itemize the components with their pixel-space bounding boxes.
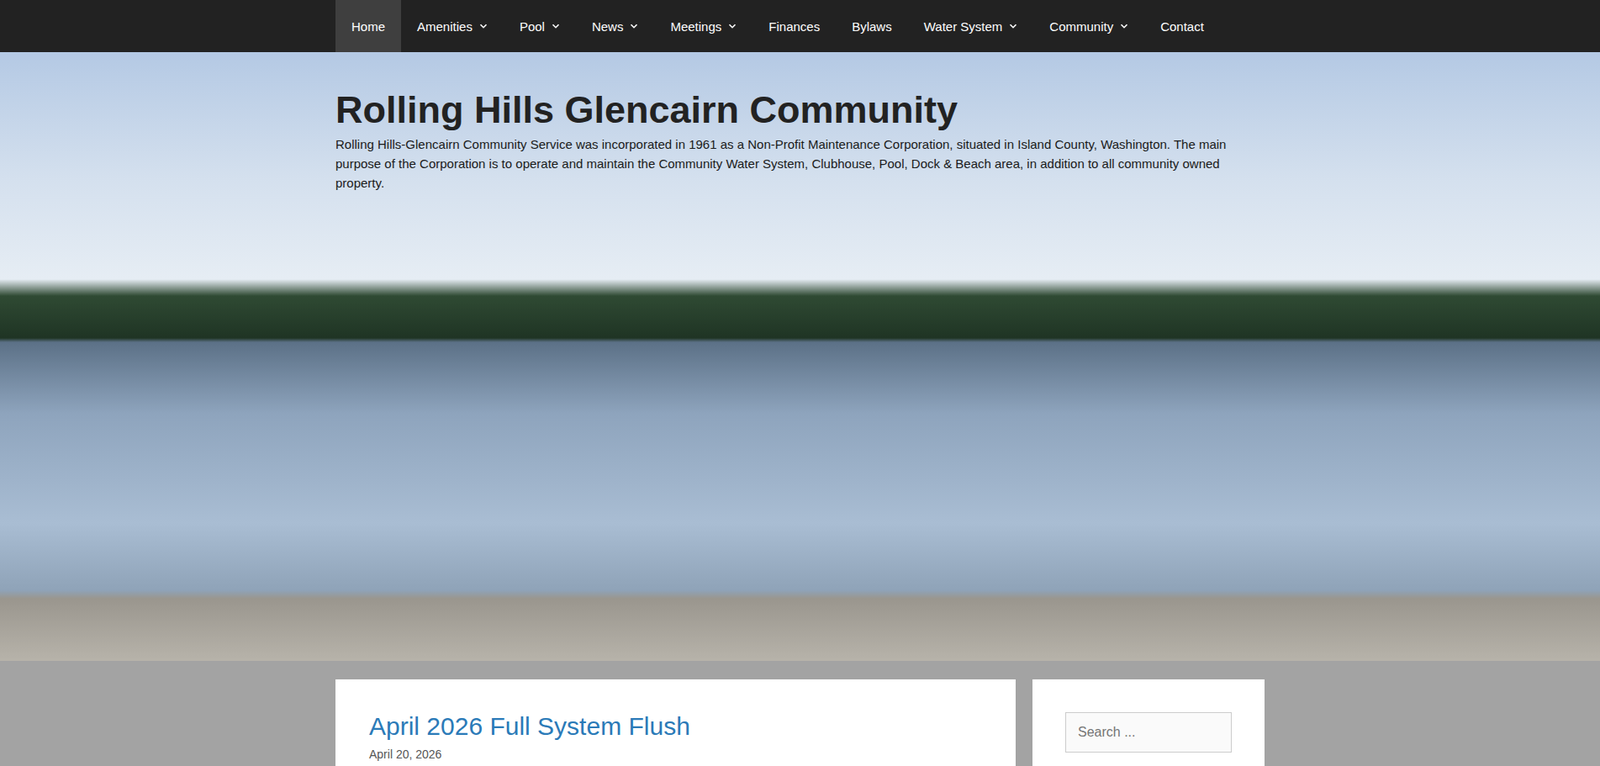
nav-label: Finances — [768, 19, 820, 34]
search-input[interactable] — [1065, 712, 1232, 753]
post-list: April 2026 Full System Flush April 20, 20… — [335, 679, 1016, 766]
nav-list: Home Amenities Pool News Meetings Finances Byl… — [335, 0, 1265, 53]
nav-label: Home — [351, 19, 386, 34]
site-description: Rolling Hills-Glencairn Community Servic… — [335, 134, 1265, 193]
nav-item[interactable]: Pool — [503, 0, 576, 53]
nav-item[interactable]: Amenities — [401, 0, 504, 53]
chevron-down-icon — [551, 21, 560, 31]
nav-label: Contact — [1160, 19, 1204, 34]
nav-item[interactable]: Meetings — [654, 0, 753, 53]
chevron-down-icon — [1008, 21, 1018, 31]
chevron-down-icon — [1119, 21, 1129, 31]
nav-label: Amenities — [417, 19, 473, 34]
nav-item[interactable]: Contact — [1144, 0, 1220, 53]
sidebar — [1032, 679, 1265, 766]
nav-label: Bylaws — [851, 19, 893, 34]
nav-item[interactable]: Community — [1033, 0, 1145, 53]
nav-label: Meetings — [670, 19, 722, 34]
page: Home Amenities Pool News Meetings Finances Byl… — [0, 0, 1600, 766]
nav-item[interactable]: Water System — [908, 0, 1035, 53]
nav-label: Water System — [924, 19, 1004, 34]
chevron-down-icon — [479, 21, 488, 31]
chevron-down-icon — [629, 21, 639, 31]
chevron-down-icon — [728, 21, 737, 31]
content-columns: April 2026 Full System Flush April 20, 20… — [335, 679, 1265, 766]
post-date: April 20, 2026 — [369, 747, 983, 761]
nav-item[interactable]: Finances — [752, 0, 836, 53]
content-area: April 2026 Full System Flush April 20, 20… — [0, 660, 1600, 766]
nav-label: Pool — [519, 19, 545, 34]
nav-item[interactable]: Bylaws — [835, 0, 909, 53]
nav-label: News — [591, 19, 624, 34]
site-title[interactable]: Rolling Hills Glencairn Community — [335, 89, 1265, 132]
site-branding: Rolling Hills Glencairn CommunityRolling… — [335, 52, 1265, 193]
nav-item[interactable]: Home — [335, 0, 402, 53]
nav-item[interactable]: News — [575, 0, 655, 53]
nav-label: Community — [1049, 19, 1114, 34]
post-card: April 2026 Full System Flush April 20, 20… — [335, 679, 1016, 766]
main-nav: Home Amenities Pool News Meetings Finances Byl… — [0, 0, 1600, 53]
post-title[interactable]: April 2026 Full System Flush — [369, 709, 983, 743]
hero-banner: Rolling Hills Glencairn CommunityRolling… — [0, 52, 1600, 661]
